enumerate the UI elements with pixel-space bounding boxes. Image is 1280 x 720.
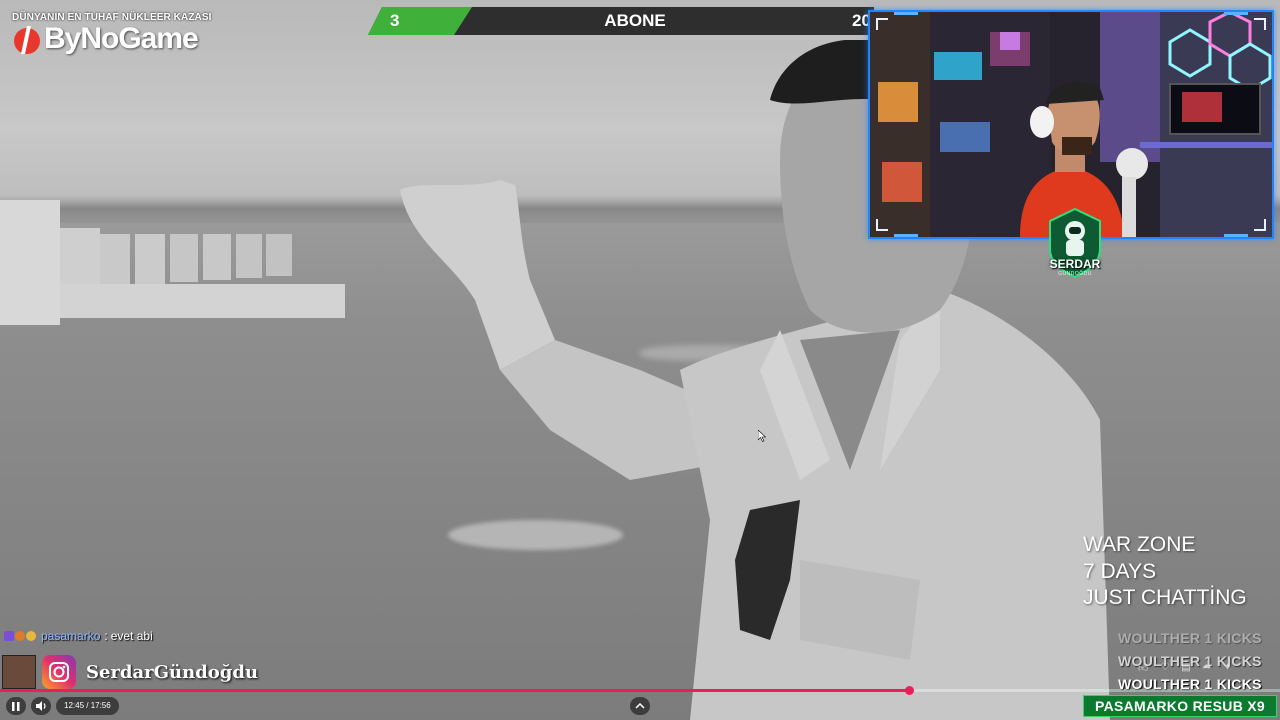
goal-label: ABONE (604, 11, 666, 30)
instagram-handle: SerdarGündoğdu (86, 661, 259, 683)
gift-badge-icon (15, 631, 25, 641)
stream-info-text: WAR ZONE 7 DAYS JUST CHATTİNG (1083, 532, 1247, 612)
seek-handle[interactable] (905, 686, 914, 695)
volume-button[interactable] (31, 697, 51, 715)
chat-username[interactable]: pasamarko (41, 629, 100, 643)
expand-button[interactable] (630, 697, 650, 715)
sub-badge-icon (4, 631, 14, 641)
resub-alert: PASAMARKO RESUB X9 (1083, 695, 1277, 717)
info-line: WAR ZONE (1083, 533, 1196, 556)
chevron-up-icon (635, 703, 645, 709)
streamer-surname: GÜNDOĞDU (1058, 271, 1092, 277)
bynogame-logo-icon (14, 26, 40, 54)
heart-icon[interactable]: ♡ (1160, 662, 1169, 674)
like-icon[interactable]: 👍︎ (1138, 662, 1148, 674)
tier-badge-icon (26, 631, 36, 641)
comment-icon[interactable]: ▤ (1181, 662, 1190, 674)
info-line: 7 DAYS (1083, 559, 1157, 583)
instagram-icon (42, 655, 76, 689)
mouse-cursor-icon (758, 430, 766, 442)
kick-alert: WOULTHER 1 KICKS (1118, 630, 1262, 646)
pause-icon (12, 701, 20, 711)
webcam-overlay (868, 10, 1274, 239)
info-line: JUST CHATTİNG (1083, 586, 1247, 609)
social-banner: SerdarGündoğdu (2, 655, 258, 689)
concrete-barriers (0, 200, 345, 325)
seek-progress (0, 689, 909, 692)
video-action-icons: 👍︎ ♡ ▤ ➦ ✦ (1138, 662, 1232, 674)
subscriber-goal-bar: 3 ABONE 20 (368, 7, 874, 35)
chat-text: evet abi (110, 629, 153, 643)
brand-name: ByNoGame (44, 22, 199, 55)
webcam-feed (870, 12, 1272, 237)
volume-icon (35, 701, 46, 711)
more-icon[interactable]: ✦ (1223, 662, 1231, 674)
chat-message: pasamarko : evet abi (4, 629, 153, 643)
chat-separator: : (104, 629, 108, 643)
time-display: 12:45 / 17:56 (56, 697, 119, 715)
avatar (2, 655, 36, 689)
streamer-name: SERDAR (1049, 257, 1101, 271)
share-icon[interactable]: ➦ (1203, 662, 1211, 674)
brand-logo: ByNoGame (12, 22, 199, 56)
pause-button[interactable] (6, 697, 26, 715)
